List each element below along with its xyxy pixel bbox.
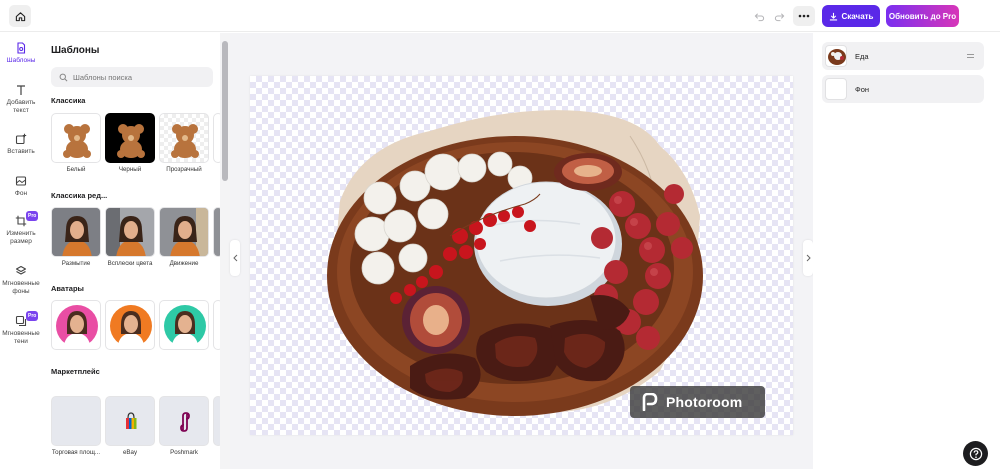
rail-item-background[interactable]: Фон bbox=[0, 175, 42, 198]
insert-icon bbox=[15, 133, 27, 145]
portrait-image bbox=[160, 208, 208, 256]
food-board-image[interactable] bbox=[250, 76, 793, 435]
undo-button[interactable] bbox=[749, 6, 769, 26]
chevron-right-icon bbox=[806, 254, 811, 262]
layer-item-background[interactable]: Фон bbox=[822, 75, 984, 103]
more-icon bbox=[798, 14, 810, 18]
rail-item-instant-shadows[interactable]: Pro Мгновенные тени bbox=[0, 311, 42, 346]
workspace: Photoroom bbox=[230, 33, 813, 469]
template-poshmark[interactable] bbox=[159, 396, 209, 446]
redo-button[interactable] bbox=[769, 6, 789, 26]
rail-item-templates[interactable]: Шаблоны bbox=[0, 42, 42, 65]
template-label: Всплески цвета bbox=[107, 260, 153, 267]
help-icon bbox=[969, 447, 982, 460]
portrait-image bbox=[106, 208, 154, 256]
template-black[interactable] bbox=[105, 113, 155, 163]
templates-panel: Шаблоны Классика Белый Черный Прозрачный… bbox=[42, 33, 220, 469]
section-title-classic: Классика bbox=[51, 96, 86, 105]
template-white[interactable] bbox=[51, 113, 101, 163]
rail-item-add-text[interactable]: Добавить текст bbox=[0, 84, 42, 115]
rail-item-resize[interactable]: Pro Изменить размер bbox=[0, 211, 42, 246]
template-label: Poshmark bbox=[170, 449, 198, 456]
photoroom-logo-icon bbox=[642, 393, 658, 411]
template-label: Движение bbox=[169, 260, 199, 267]
download-button[interactable]: Скачать bbox=[822, 5, 880, 27]
scrollbar-thumb[interactable] bbox=[222, 41, 228, 181]
layer-thumbnail bbox=[825, 45, 847, 67]
layer-item-food[interactable]: Еда bbox=[822, 42, 984, 70]
download-label: Скачать bbox=[841, 11, 874, 21]
collapse-right-panel-button[interactable] bbox=[803, 240, 813, 276]
template-partial[interactable] bbox=[213, 207, 220, 257]
template-ebay[interactable] bbox=[105, 396, 155, 446]
rail-item-insert[interactable]: Вставить bbox=[0, 133, 42, 156]
home-button[interactable] bbox=[9, 5, 31, 27]
teddy-bear-image bbox=[171, 124, 199, 158]
template-icon bbox=[17, 42, 26, 54]
template-avatar-orange[interactable] bbox=[105, 300, 155, 350]
layer-name: Фон bbox=[855, 84, 870, 94]
background-icon bbox=[15, 176, 27, 186]
chevron-left-icon bbox=[232, 254, 237, 262]
upgrade-pro-button[interactable]: Обновить до Pro bbox=[886, 5, 959, 27]
text-icon bbox=[17, 85, 25, 95]
template-label: Белый bbox=[66, 166, 86, 173]
pro-badge: Pro bbox=[26, 311, 39, 321]
teddy-bear-image bbox=[63, 124, 91, 158]
panel-scrollbar[interactable] bbox=[220, 33, 230, 469]
template-label: eBay bbox=[122, 449, 138, 456]
shopping-bag-icon bbox=[126, 412, 137, 429]
template-label: Прозрачный bbox=[166, 166, 202, 173]
rail-item-instant-backgrounds[interactable]: Мгновенные фоны bbox=[0, 265, 42, 296]
template-marketplace[interactable] bbox=[51, 396, 101, 446]
layer-name: Еда bbox=[855, 51, 869, 61]
section-title-avatars: Аватары bbox=[51, 284, 84, 293]
download-icon bbox=[829, 12, 837, 20]
panel-title: Шаблоны bbox=[51, 45, 100, 56]
template-motion[interactable] bbox=[159, 207, 209, 257]
instant-backgrounds-icon bbox=[15, 265, 27, 275]
layers-panel: Еда Фон bbox=[813, 33, 1000, 469]
template-label: Торговая площ... bbox=[51, 449, 101, 456]
upgrade-label: Обновить до Pro bbox=[888, 11, 957, 21]
teddy-bear-image bbox=[117, 124, 145, 158]
portrait-image bbox=[52, 208, 100, 256]
avatar-image bbox=[164, 305, 206, 348]
search-box[interactable] bbox=[51, 67, 213, 87]
drag-handle-icon[interactable] bbox=[967, 54, 974, 58]
editor-canvas[interactable]: Photoroom bbox=[250, 76, 793, 435]
photoroom-watermark: Photoroom bbox=[630, 386, 765, 418]
food-thumbnail-image bbox=[828, 49, 846, 65]
template-color-splash[interactable] bbox=[105, 207, 155, 257]
avatar-image bbox=[56, 305, 98, 348]
undo-icon bbox=[754, 12, 764, 21]
template-avatar-teal[interactable] bbox=[159, 300, 209, 350]
template-avatar-pink[interactable] bbox=[51, 300, 101, 350]
help-button[interactable] bbox=[963, 441, 988, 466]
template-label: Черный bbox=[118, 166, 142, 173]
more-options-button[interactable] bbox=[793, 6, 815, 26]
template-partial[interactable] bbox=[213, 113, 220, 163]
template-partial[interactable] bbox=[213, 396, 220, 446]
layer-thumbnail bbox=[825, 78, 847, 100]
top-bar: Скачать Обновить до Pro bbox=[0, 0, 1000, 32]
template-transparent[interactable] bbox=[159, 113, 209, 163]
search-icon bbox=[59, 73, 68, 81]
section-title-classic-edit: Классика ред... bbox=[51, 191, 108, 200]
avatar-image bbox=[110, 305, 152, 348]
left-rail: Шаблоны Добавить текст Вставить Фон Pro … bbox=[0, 33, 42, 469]
home-icon bbox=[15, 11, 25, 21]
section-title-marketplace: Маркетплейс bbox=[51, 367, 100, 376]
redo-icon bbox=[774, 12, 784, 21]
template-blur[interactable] bbox=[51, 207, 101, 257]
search-input[interactable] bbox=[73, 72, 203, 82]
collapse-left-panel-button[interactable] bbox=[230, 240, 240, 276]
template-label: Размытие bbox=[61, 260, 91, 267]
poshmark-logo-icon bbox=[180, 412, 190, 432]
template-partial[interactable] bbox=[213, 300, 220, 350]
pro-badge: Pro bbox=[26, 211, 39, 221]
watermark-text: Photoroom bbox=[666, 394, 743, 410]
